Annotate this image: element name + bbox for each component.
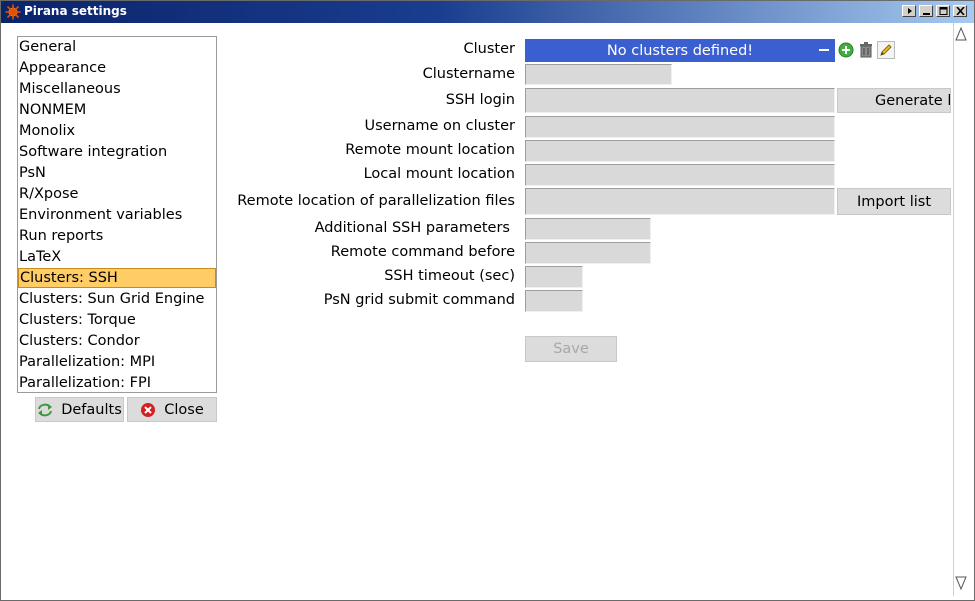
remote-command-field[interactable] [525, 242, 651, 264]
save-button[interactable]: Save [525, 336, 617, 362]
pirana-app-icon [5, 4, 21, 20]
title-bar: Pirana settings [1, 1, 974, 23]
remote-command-label: Remote command before [330, 244, 515, 260]
sidebar-item-software-integration[interactable]: Software integration [18, 142, 216, 162]
window-menu-button[interactable] [902, 5, 916, 17]
ssh-login-label: SSH login [445, 92, 515, 108]
close-label: Close [164, 401, 204, 418]
vertical-scrollbar[interactable] [953, 23, 969, 596]
sidebar-item-nonmem[interactable]: NONMEM [18, 100, 216, 120]
cluster-dropdown-value: No clusters defined! [606, 42, 754, 59]
sidebar-item-latex[interactable]: LaTeX [18, 247, 216, 267]
sidebar-item-general[interactable]: General [18, 37, 216, 57]
maximize-icon [939, 7, 948, 15]
sidebar-item-parallelization-fpi[interactable]: Parallelization: FPI [18, 373, 216, 393]
menu-icon [908, 8, 912, 14]
remote-parallel-label: Remote location of parallelization files [237, 193, 515, 209]
additional-ssh-label: Additional SSH parameters [314, 220, 510, 236]
refresh-icon [37, 403, 53, 417]
cluster-label: Cluster [463, 41, 515, 57]
maximize-button[interactable] [936, 5, 950, 17]
psn-grid-field[interactable] [525, 290, 583, 312]
username-field[interactable] [525, 116, 835, 138]
close-window-button[interactable] [953, 5, 967, 17]
edit-pencil-icon[interactable] [877, 41, 895, 59]
minimize-icon [923, 13, 930, 15]
sidebar-item-parallelization-mpi[interactable]: Parallelization: MPI [18, 352, 216, 372]
username-label: Username on cluster [364, 118, 515, 134]
sidebar-item-environment-variables[interactable]: Environment variables [18, 205, 216, 225]
sidebar-item-clusters-sge[interactable]: Clusters: Sun Grid Engine [18, 289, 216, 309]
cluster-dropdown[interactable]: No clusters defined! [525, 39, 835, 62]
psn-grid-label: PsN grid submit command [323, 292, 515, 308]
additional-ssh-field[interactable] [525, 218, 651, 240]
ssh-timeout-field[interactable] [525, 266, 583, 288]
local-mount-field[interactable] [525, 164, 835, 186]
defaults-label: Defaults [61, 401, 122, 418]
scroll-up-icon[interactable] [954, 25, 968, 43]
add-cluster-icon[interactable] [837, 41, 855, 59]
clustername-label: Clustername [422, 66, 515, 82]
minimize-button[interactable] [919, 5, 933, 17]
remote-mount-field[interactable] [525, 140, 835, 162]
local-mount-label: Local mount location [363, 166, 515, 182]
remote-parallel-field[interactable] [525, 188, 835, 215]
generate-key-button[interactable]: Generate l [837, 88, 951, 113]
sidebar-item-r-xpose[interactable]: R/Xpose [18, 184, 216, 204]
close-circle-icon [140, 402, 156, 418]
sidebar-item-miscellaneous[interactable]: Miscellaneous [18, 79, 216, 99]
close-icon [956, 7, 965, 15]
ssh-timeout-label: SSH timeout (sec) [384, 268, 515, 284]
ssh-login-field[interactable] [525, 88, 835, 113]
dropdown-arrow-icon [819, 49, 829, 51]
scroll-down-icon[interactable] [954, 574, 968, 592]
window-title: Pirana settings [24, 4, 127, 18]
close-button[interactable]: Close [127, 397, 217, 422]
sidebar-item-run-reports[interactable]: Run reports [18, 226, 216, 246]
sidebar-item-clusters-ssh[interactable]: Clusters: SSH [18, 268, 216, 288]
clustername-field[interactable] [525, 64, 672, 85]
sidebar-item-monolix[interactable]: Monolix [18, 121, 216, 141]
sidebar-item-clusters-condor[interactable]: Clusters: Condor [18, 331, 216, 351]
import-list-button[interactable]: Import list [837, 188, 951, 215]
sidebar-item-clusters-torque[interactable]: Clusters: Torque [18, 310, 216, 330]
settings-window: Pirana settings General Appearance Misce… [0, 0, 975, 601]
defaults-button[interactable]: Defaults [35, 397, 124, 422]
sidebar-item-appearance[interactable]: Appearance [18, 58, 216, 78]
trash-icon[interactable] [857, 41, 875, 59]
settings-category-list[interactable]: General Appearance Miscellaneous NONMEM … [17, 36, 217, 393]
sidebar-item-psn[interactable]: PsN [18, 163, 216, 183]
remote-mount-label: Remote mount location [345, 142, 515, 158]
